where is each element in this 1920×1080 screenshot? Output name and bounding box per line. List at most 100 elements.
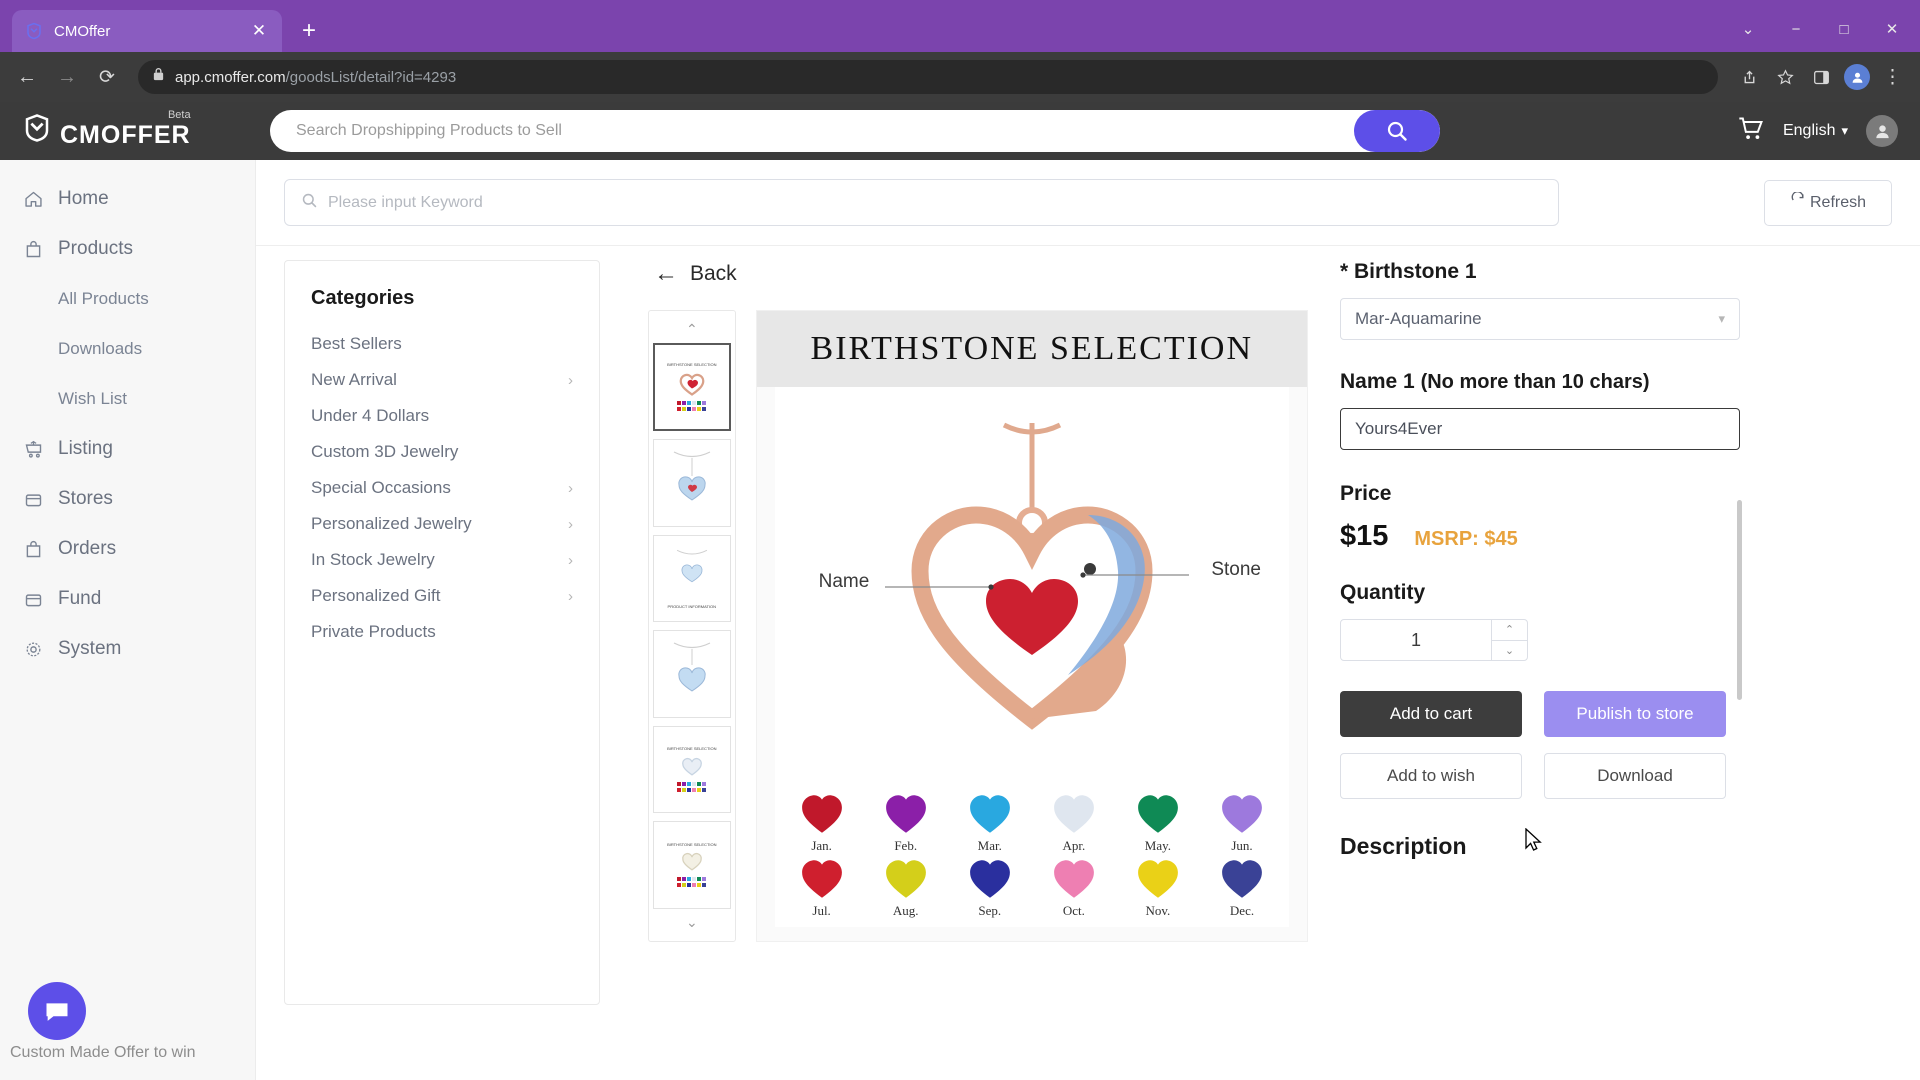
cart-icon[interactable] (1737, 115, 1765, 148)
category-label: Special Occasions (311, 478, 451, 497)
address-bar[interactable]: app.cmoffer.com/goodsList/detail?id=4293 (138, 60, 1718, 94)
category-label: Private Products (311, 622, 436, 641)
sidebar-item-all-products[interactable]: All Products (0, 274, 255, 324)
global-search-button[interactable] (1354, 110, 1440, 152)
account-icon[interactable] (1866, 115, 1898, 147)
birthstone-cell[interactable]: May. (1121, 793, 1195, 854)
close-window-button[interactable]: ✕ (1870, 14, 1914, 44)
hero-image[interactable]: BIRTHSTONE SELECTION Name Stone Jan. Feb… (755, 310, 1308, 942)
maximize-button[interactable]: □ (1822, 14, 1866, 44)
bag-icon (22, 238, 44, 260)
sidebar-item-orders[interactable]: Orders (0, 524, 255, 574)
toolbar-right: ⋮ (1732, 60, 1910, 94)
brand-logo[interactable]: Beta CMOFFER (22, 109, 250, 150)
forward-button[interactable]: → (50, 60, 84, 94)
gear-icon (22, 638, 44, 660)
hero-title: BIRTHSTONE SELECTION (810, 330, 1254, 367)
thumbnail-3[interactable] (652, 630, 731, 718)
add-to-wish-button[interactable]: Add to wish (1340, 753, 1522, 799)
category-private-products[interactable]: Private Products (285, 614, 599, 650)
annotation-name: Name (819, 571, 870, 593)
name-input[interactable] (1355, 419, 1725, 439)
sidebar-item-products[interactable]: Products (0, 224, 255, 274)
thumbnails-scroll-up[interactable]: ⌃ (686, 319, 698, 339)
heart-gem-icon (1053, 795, 1094, 833)
quantity-value[interactable]: 1 (1341, 630, 1491, 651)
global-search[interactable] (270, 110, 1440, 152)
store-icon (22, 488, 44, 510)
birthstone-cell[interactable]: Jan. (785, 793, 859, 854)
birthstone-select[interactable]: Mar-Aquamarine ▾ (1340, 298, 1740, 340)
sidebar-item-home[interactable]: Home (0, 174, 255, 224)
back-button[interactable]: ← (10, 60, 44, 94)
quantity-decrement[interactable]: ⌄ (1492, 641, 1527, 661)
refresh-button[interactable]: Refresh (1764, 179, 1892, 226)
add-to-cart-button[interactable]: Add to cart (1340, 691, 1522, 737)
category-under-4-dollars[interactable]: Under 4 Dollars (285, 398, 599, 434)
birthstone-cell[interactable]: Mar. (953, 793, 1027, 854)
thumbnail-1[interactable] (652, 438, 731, 527)
birthstone-cell[interactable]: Jun. (1205, 793, 1279, 854)
quantity-increment[interactable]: ⌃ (1492, 620, 1527, 641)
thumbnail-2[interactable]: PRODUCT INFORMATION (652, 534, 731, 623)
category-label: New Arrival (311, 370, 397, 389)
category-special-occasions[interactable]: Special Occasions › (285, 470, 599, 506)
reload-button[interactable]: ⟳ (90, 60, 124, 94)
birthstone-cell[interactable]: Jul. (785, 858, 859, 919)
name-input-wrap[interactable] (1340, 408, 1740, 450)
share-icon[interactable] (1732, 60, 1766, 94)
thumbnails-scroll-down[interactable]: ⌄ (686, 913, 698, 933)
birthstone-cell[interactable]: Nov. (1121, 858, 1195, 919)
new-tab-button[interactable]: + (292, 14, 326, 48)
category-best-sellers[interactable]: Best Sellers (285, 326, 599, 362)
birthstone-cell[interactable]: Aug. (869, 858, 943, 919)
thumbnail-5[interactable]: BIRTHSTONE SELECTION (652, 821, 731, 909)
back-button[interactable]: ← Back (648, 260, 1308, 288)
thumbnail-4[interactable]: BIRTHSTONE SELECTION (652, 725, 731, 814)
sidebar-item-stores[interactable]: Stores (0, 474, 255, 524)
profile-icon[interactable] (1840, 60, 1874, 94)
birthstone-cell[interactable]: Oct. (1037, 858, 1111, 919)
birthstone-grid: Jan. Feb. Mar. Apr. May. Jun. Jul. Aug. … (785, 793, 1279, 923)
chevron-right-icon: › (568, 587, 573, 605)
download-button[interactable]: Download (1544, 753, 1726, 799)
category-personalized-jewelry[interactable]: Personalized Jewelry › (285, 506, 599, 542)
language-selector[interactable]: English ▾ (1783, 122, 1848, 140)
global-search-input[interactable] (270, 110, 1354, 152)
sidebar-item-wish-list[interactable]: Wish List (0, 374, 255, 424)
minimize-button[interactable]: − (1774, 14, 1818, 44)
product-detail: ← Back ⌃ BIRTHSTONE SELECTION PRODUCT IN… (600, 260, 1892, 1080)
sidepanel-icon[interactable] (1804, 60, 1838, 94)
chat-widget-button[interactable] (28, 982, 86, 1040)
birthstone-cell[interactable]: Sep. (953, 858, 1027, 919)
heart-gem-icon (1138, 860, 1178, 898)
thumbnail-strip: ⌃ BIRTHSTONE SELECTION PRODUCT INFORMATI… (648, 310, 736, 942)
sidebar-item-downloads[interactable]: Downloads (0, 324, 255, 374)
refresh-icon (1790, 191, 1806, 213)
thumbnail-0[interactable]: BIRTHSTONE SELECTION (652, 343, 731, 431)
refresh-label: Refresh (1809, 193, 1867, 211)
bag-icon (22, 538, 44, 560)
birthstone-cell[interactable]: Feb. (869, 793, 943, 854)
keyword-input[interactable] (328, 193, 1542, 212)
tab-search-chevron-icon[interactable]: ⌄ (1726, 14, 1770, 44)
sidebar-item-system[interactable]: System (0, 624, 255, 674)
birthstone-cell[interactable]: Dec. (1205, 858, 1279, 919)
category-personalized-gift[interactable]: Personalized Gift › (285, 578, 599, 614)
publish-to-store-button[interactable]: Publish to store (1544, 691, 1726, 737)
menu-kebab-icon[interactable]: ⋮ (1876, 60, 1910, 94)
annotation-name-label: Name (818, 571, 870, 592)
category-new-arrival[interactable]: New Arrival › (285, 362, 599, 398)
category-in-stock-jewelry[interactable]: In Stock Jewelry › (285, 542, 599, 578)
chevron-down-icon: ▾ (1841, 123, 1848, 138)
birthstone-cell[interactable]: Apr. (1037, 793, 1111, 854)
keyword-search-field[interactable] (284, 179, 1559, 226)
bookmark-star-icon[interactable] (1768, 60, 1802, 94)
page-scrollbar[interactable] (1737, 500, 1742, 700)
tab-close-icon[interactable]: ✕ (248, 20, 270, 42)
sidebar-item-listing[interactable]: Listing (0, 424, 255, 474)
category-custom-3d-jewelry[interactable]: Custom 3D Jewelry (285, 434, 599, 470)
quantity-stepper[interactable]: 1 ⌃ ⌄ (1340, 619, 1528, 661)
browser-tab[interactable]: CMOffer ✕ (12, 10, 282, 52)
sidebar-item-fund[interactable]: Fund (0, 574, 255, 624)
